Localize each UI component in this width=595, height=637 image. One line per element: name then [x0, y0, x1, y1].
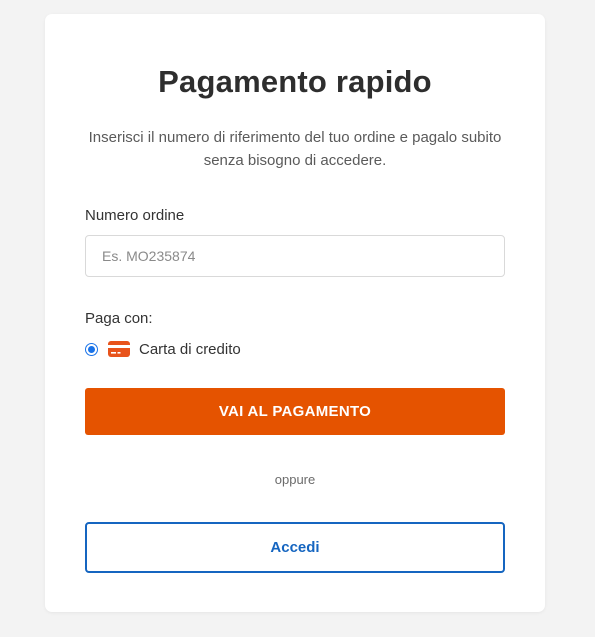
credit-card-option-label: Carta di credito [139, 340, 241, 358]
pay-with-label: Paga con: [85, 310, 153, 327]
credit-card-icon [108, 341, 130, 357]
order-number-input[interactable] [85, 235, 505, 277]
go-to-payment-button[interactable]: VAI AL PAGAMENTO [85, 388, 505, 435]
login-button[interactable]: Accedi [85, 522, 505, 573]
payment-card: Pagamento rapido Inserisci il numero di … [45, 14, 545, 612]
order-number-label: Numero ordine [85, 207, 185, 224]
page-subtitle: Inserisci il numero di riferimento del t… [88, 129, 502, 169]
credit-card-radio[interactable] [85, 342, 98, 356]
separator-text: oppure [274, 472, 316, 487]
payment-option-credit-card[interactable]: Carta di credito [85, 338, 505, 360]
page-title: Pagamento rapido [158, 64, 432, 99]
radio-selected-dot [88, 345, 95, 353]
